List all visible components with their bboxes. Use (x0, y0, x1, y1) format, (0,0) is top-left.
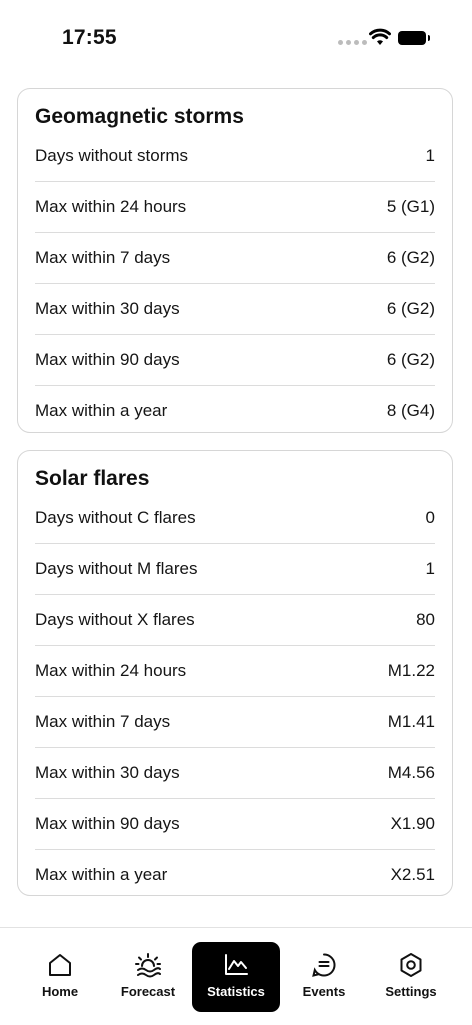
tab-forecast[interactable]: Forecast (104, 942, 192, 1012)
stat-row: Max within 90 days 6 (G2) (35, 335, 435, 386)
stat-label: Max within 90 days (35, 350, 180, 369)
stat-label: Max within 7 days (35, 712, 171, 731)
stat-value: M1.22 (387, 661, 435, 680)
stat-row: Max within a year X2.51 (35, 850, 435, 900)
stat-label: Max within a year (35, 401, 168, 420)
stat-value: X2.51 (390, 865, 435, 884)
forecast-icon (135, 953, 161, 978)
geomagnetic-storms-title: Geomagnetic storms (35, 105, 244, 128)
stat-value: M1.41 (387, 712, 435, 731)
stat-row: Days without storms 1 (35, 131, 435, 182)
tab-home[interactable]: Home (16, 942, 104, 1012)
stat-row: Max within 24 hours M1.22 (35, 646, 435, 697)
stat-value: 6 (G2) (386, 299, 435, 318)
tab-events[interactable]: Events (280, 942, 368, 1012)
tab-bar: Home Forecast Statistics Events Settings (0, 927, 472, 1025)
stat-row: Days without X flares 80 (35, 595, 435, 646)
settings-icon (400, 953, 422, 977)
tab-label: Forecast (120, 984, 176, 999)
tab-label: Home (41, 984, 79, 999)
stat-row: Days without M flares 1 (35, 544, 435, 595)
solar-flares-card: Solar flares Days without C flares 0 Days… (17, 450, 453, 896)
geomagnetic-storms-card: Geomagnetic storms Days without storms 1 … (17, 88, 453, 433)
status-bar: 17:55 (0, 0, 472, 78)
stat-row: Max within 7 days 6 (G2) (35, 233, 435, 284)
stat-value: X1.90 (390, 814, 435, 833)
status-time: 17:55 (62, 26, 117, 49)
solar-flares-title: Solar flares (35, 467, 150, 490)
battery-icon (398, 31, 430, 45)
stat-row: Days without C flares 0 (35, 493, 435, 544)
stat-value: 5 (G1) (386, 197, 435, 216)
stat-value: 6 (G2) (386, 350, 435, 369)
stat-row: Max within 90 days X1.90 (35, 799, 435, 850)
tab-label: Settings (385, 984, 437, 999)
stat-label: Days without M flares (35, 559, 198, 578)
stat-value: 6 (G2) (386, 248, 435, 267)
stat-label: Days without storms (35, 146, 189, 165)
cellular-signal-icon (338, 40, 367, 45)
stat-value: 1 (425, 146, 435, 165)
stat-row: Max within 30 days 6 (G2) (35, 284, 435, 335)
tab-statistics[interactable]: Statistics (192, 942, 280, 1012)
stat-row: Max within 30 days M4.56 (35, 748, 435, 799)
stat-value: 8 (G4) (386, 401, 435, 420)
stat-label: Max within 7 days (35, 248, 171, 267)
events-icon (312, 953, 336, 977)
home-icon (49, 954, 71, 976)
stat-label: Max within a year (35, 865, 168, 884)
stat-value: 1 (425, 559, 435, 578)
stat-label: Max within 90 days (35, 814, 180, 833)
tab-label: Statistics (207, 984, 265, 999)
stat-label: Max within 30 days (35, 299, 180, 318)
stat-label: Max within 30 days (35, 763, 180, 782)
tab-label: Events (302, 984, 346, 999)
stat-row: Max within 7 days M1.41 (35, 697, 435, 748)
stat-value: M4.56 (387, 763, 435, 782)
stat-value: 80 (416, 610, 435, 629)
wifi-icon (369, 28, 391, 45)
stat-label: Days without C flares (35, 508, 196, 527)
stat-value: 0 (425, 508, 435, 527)
stat-label: Max within 24 hours (35, 197, 187, 216)
stat-row: Max within a year 8 (G4) (35, 386, 435, 436)
stat-label: Days without X flares (35, 610, 195, 629)
stat-row: Max within 24 hours 5 (G1) (35, 182, 435, 233)
tab-settings[interactable]: Settings (367, 942, 455, 1012)
statistics-icon (225, 954, 248, 975)
stat-label: Max within 24 hours (35, 661, 187, 680)
